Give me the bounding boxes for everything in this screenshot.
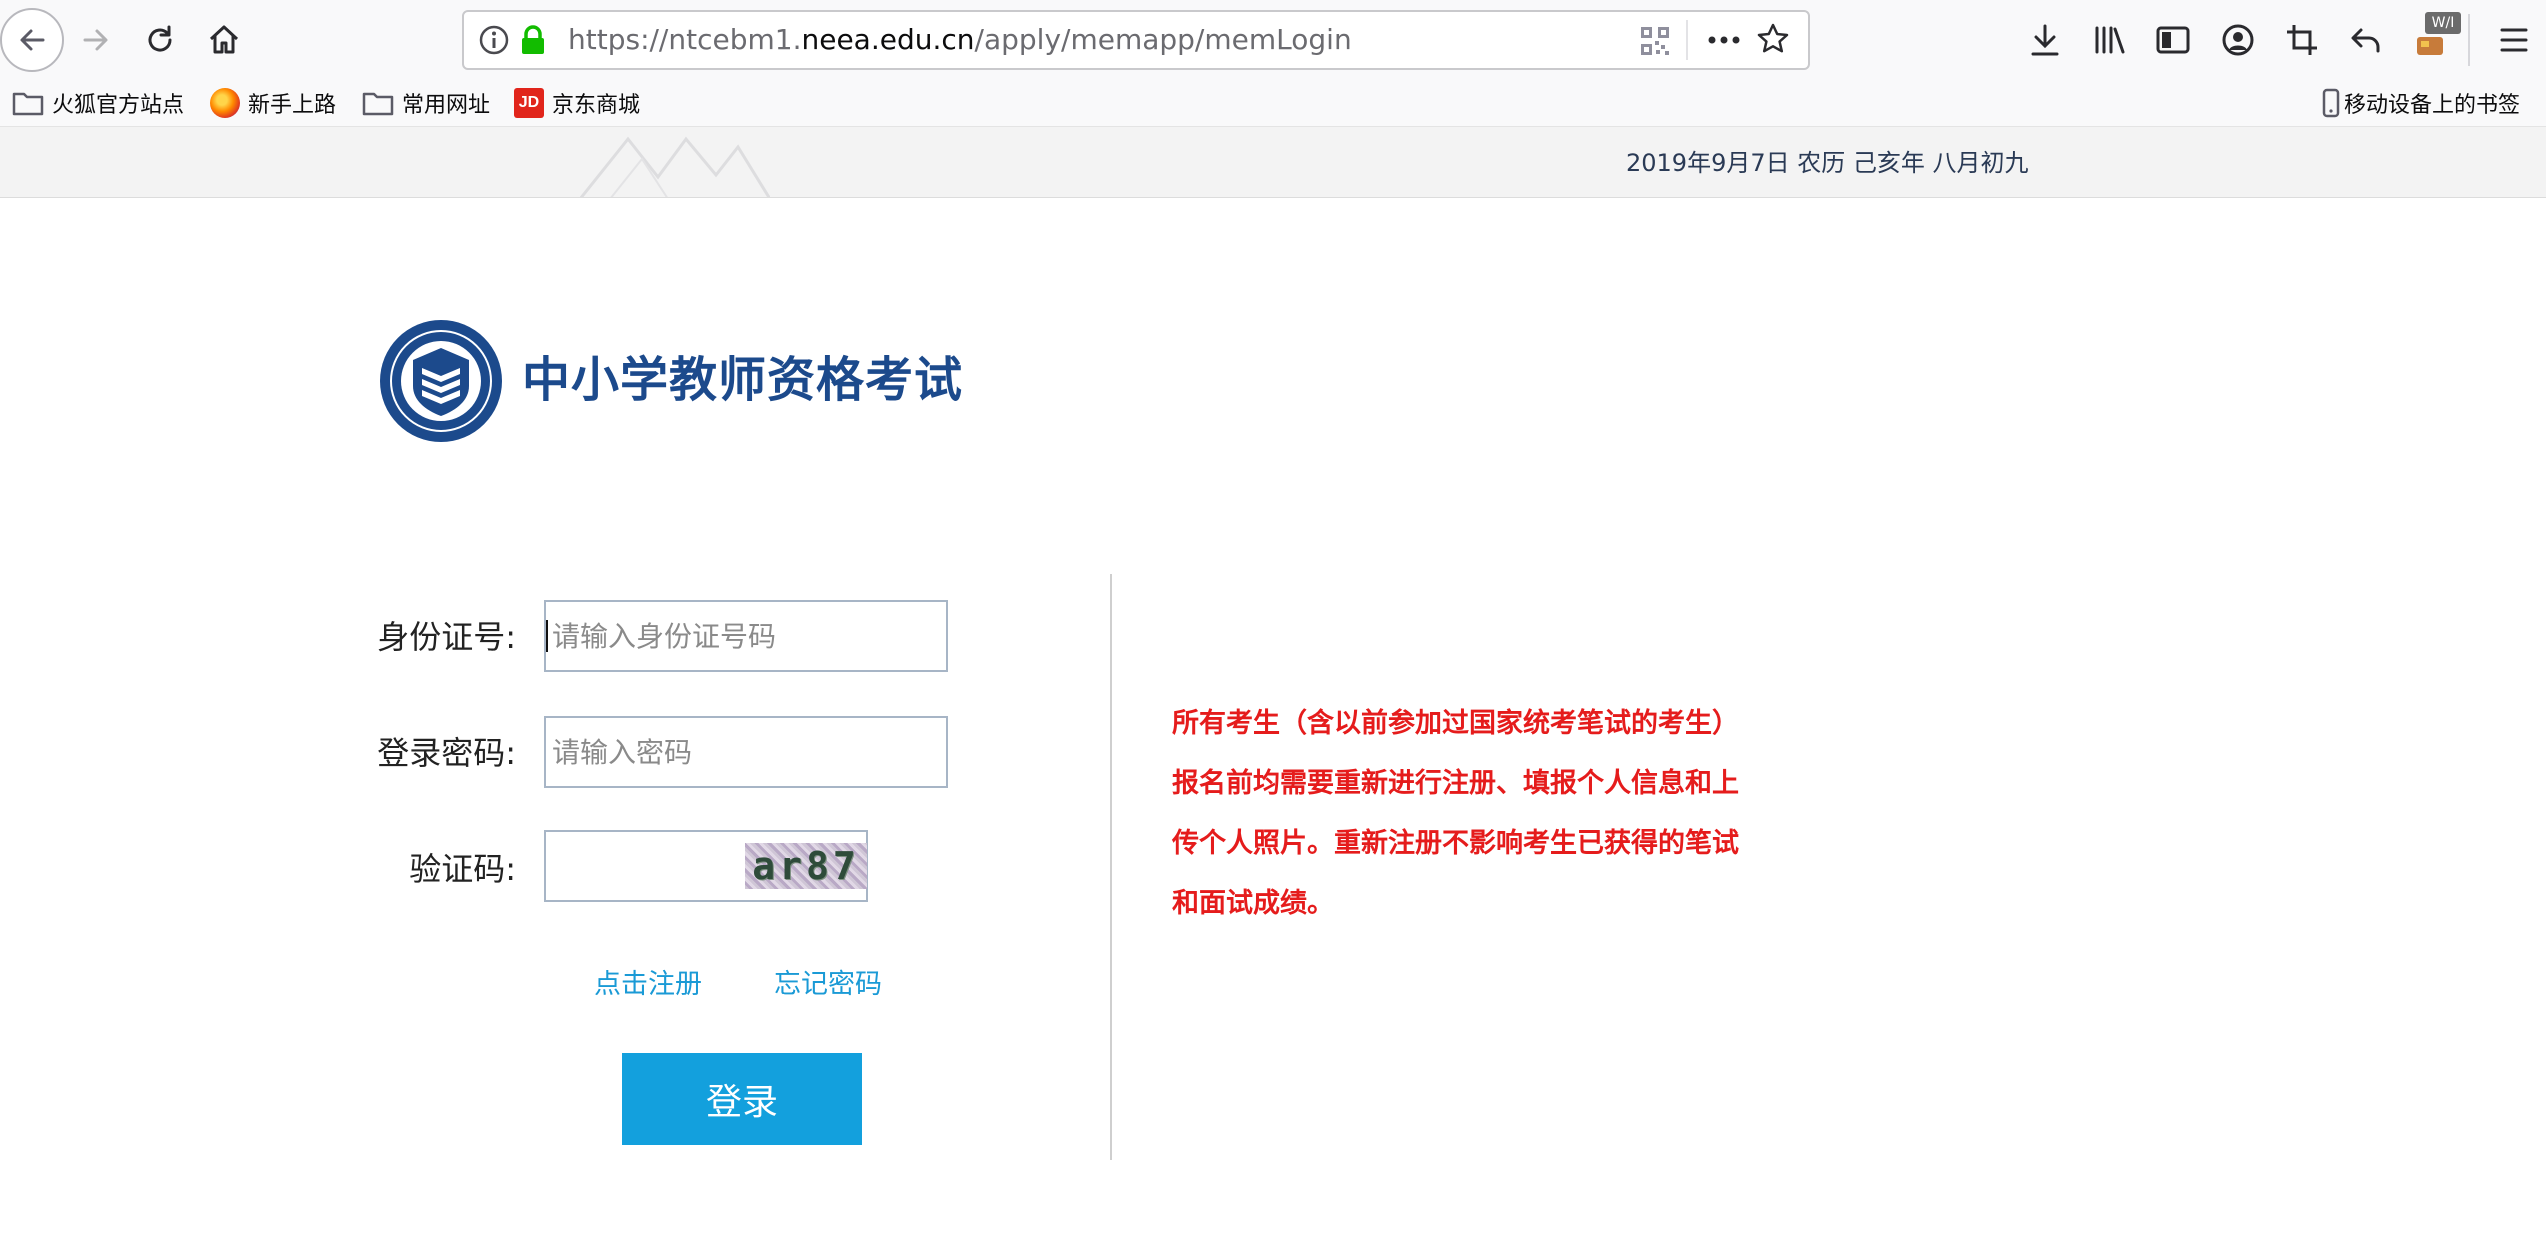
reload-icon — [148, 25, 172, 52]
text-caret — [546, 620, 548, 652]
sidebar-icon[interactable] — [2153, 20, 2193, 60]
extension-badge: W/I — [2425, 12, 2461, 34]
menu-icon[interactable] — [2494, 20, 2534, 60]
folder-icon — [12, 90, 44, 116]
jd-icon: JD — [514, 88, 544, 118]
bookmark-jd-mall[interactable]: JD 京东商城 — [514, 80, 640, 126]
screenshot-crop-icon[interactable] — [2282, 20, 2322, 60]
info-icon[interactable] — [478, 24, 510, 60]
account-icon[interactable] — [2218, 20, 2258, 60]
browser-toolbar: https://ntcebm1.neea.edu.cn/apply/memapp… — [0, 0, 2546, 80]
forgot-password-link[interactable]: 忘记密码 — [774, 962, 882, 1001]
registration-notice: 所有考生（含以前参加过国家统考笔试的考生）报名前均需要重新进行注册、填报个人信息… — [1172, 708, 1739, 919]
bookmarks-bar: 火狐官方站点 新手上路 常用网址 JD 京东商城 移动设备上的书签 — [0, 80, 2546, 126]
forward-button[interactable] — [64, 8, 128, 72]
qr-code-icon[interactable] — [1640, 26, 1670, 60]
exam-title: 中小学教师资格考试 — [522, 352, 964, 408]
home-button[interactable] — [192, 8, 256, 72]
page-actions-more-icon[interactable] — [1706, 24, 1742, 60]
site-header: 2019年9月7日 农历 己亥年 八月初九 — [0, 126, 2546, 198]
bookmark-star-icon[interactable] — [1756, 22, 1790, 60]
id-number-input[interactable] — [544, 600, 948, 672]
undo-icon[interactable] — [2346, 20, 2386, 60]
toolbar-separator — [2468, 14, 2470, 66]
captcha-label: 验证码: — [409, 850, 516, 888]
reload-button[interactable] — [128, 8, 192, 72]
login-button[interactable]: 登录 — [622, 1053, 862, 1145]
mobile-device-icon — [2322, 88, 2340, 118]
library-icon[interactable] — [2090, 20, 2130, 60]
downloads-icon[interactable] — [2025, 20, 2065, 60]
mountain-decoration-icon — [580, 136, 770, 197]
url-text[interactable]: https://ntcebm1.neea.edu.cn/apply/memapp… — [568, 12, 1352, 68]
bookmark-firefox-official[interactable]: 火狐官方站点 — [12, 80, 184, 126]
register-link[interactable]: 点击注册 — [594, 962, 702, 1001]
url-bar[interactable]: https://ntcebm1.neea.edu.cn/apply/memapp… — [462, 10, 1810, 70]
id-number-label: 身份证号: — [377, 618, 516, 656]
arrow-right-icon — [83, 29, 108, 51]
bookmark-getting-started[interactable]: 新手上路 — [210, 80, 336, 126]
captcha-image[interactable]: ar87 — [745, 843, 867, 889]
password-label: 登录密码: — [377, 734, 516, 772]
bookmark-mobile[interactable]: 移动设备上的书签 — [2322, 80, 2520, 126]
password-input[interactable] — [544, 716, 948, 788]
exam-emblem-icon — [380, 320, 502, 442]
header-date: 2019年9月7日 农历 己亥年 八月初九 — [1626, 149, 2029, 177]
home-icon — [209, 25, 239, 54]
vertical-divider — [1110, 574, 1112, 1160]
firefox-icon — [210, 88, 240, 118]
back-button[interactable] — [0, 8, 64, 72]
lock-icon[interactable] — [518, 24, 548, 60]
bookmark-common-sites[interactable]: 常用网址 — [362, 80, 490, 126]
folder-icon — [362, 90, 394, 116]
url-separator — [1686, 20, 1688, 60]
arrow-left-icon — [20, 29, 45, 51]
